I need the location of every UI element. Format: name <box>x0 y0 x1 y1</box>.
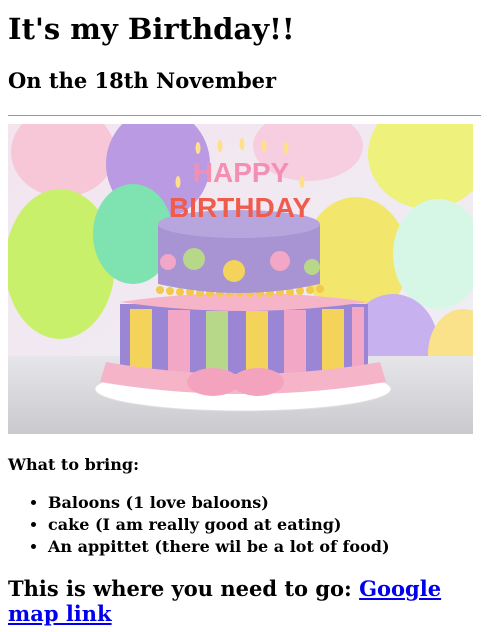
list-item: cake (I am really good at eating) <box>48 514 481 536</box>
cake-text-bottom: BIRTHDAY <box>169 192 311 223</box>
bring-heading: What to bring: <box>8 455 139 474</box>
page-title: It's my Birthday!! <box>8 12 295 46</box>
birthday-cake-image: HAPPY BIRTHDAY <box>8 124 473 434</box>
page-subtitle: On the 18th November <box>8 68 277 93</box>
directions-text: This is where you need to go: <box>8 576 352 601</box>
list-item: Baloons (1 love baloons) <box>48 492 481 514</box>
directions-heading: This is where you need to go: Google map… <box>8 576 481 626</box>
bring-list: Baloons (1 love baloons) cake (I am real… <box>8 492 481 558</box>
divider <box>8 115 481 116</box>
cake-text-top: HAPPY <box>193 157 290 188</box>
page: It's my Birthday!! On the 18th November <box>0 12 489 626</box>
list-item: An appittet (there wil be a lot of food) <box>48 536 481 558</box>
